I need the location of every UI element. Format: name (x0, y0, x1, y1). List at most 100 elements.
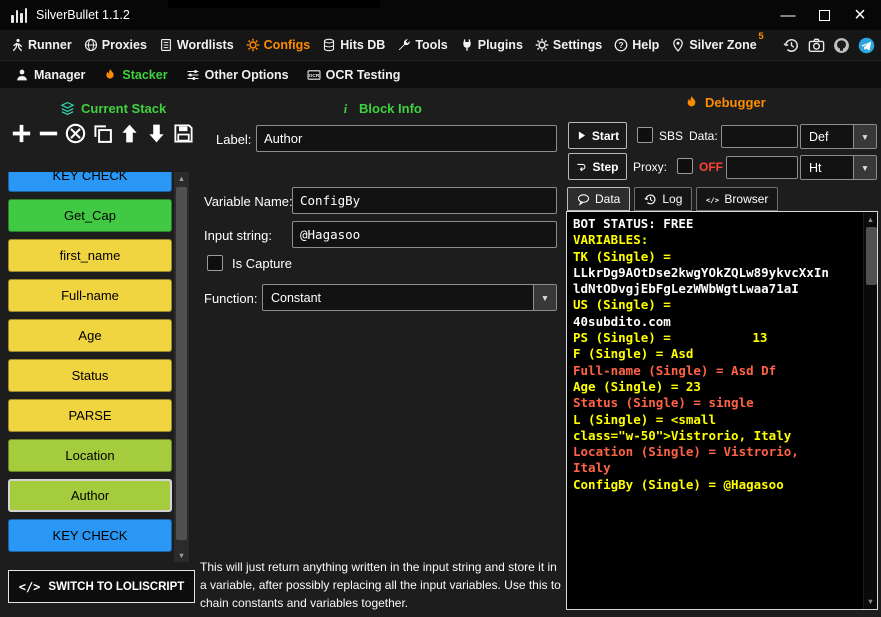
menu-item-label: Proxies (101, 38, 147, 52)
move-up-icon[interactable] (117, 120, 141, 146)
stack-block-parse[interactable]: PARSE (8, 399, 172, 432)
menu-item-proxies[interactable]: Proxies (78, 30, 153, 60)
console-line: ConfigBy (Single) = @Hagasoo (573, 476, 784, 492)
stack-block-first-name[interactable]: first_name (8, 239, 172, 272)
console-line: Italy (573, 460, 611, 476)
settings-icon (535, 38, 549, 52)
close-button[interactable]: × (847, 2, 873, 28)
tools-icon (397, 38, 411, 52)
debugger-console: BOT STATUS: FREE VARIABLES: TK (Single) = L… (566, 211, 878, 610)
input-string-input[interactable] (292, 221, 557, 248)
camera-icon[interactable] (808, 37, 825, 54)
notification-badge: 5 (758, 31, 764, 42)
remove-block-icon[interactable] (36, 120, 60, 146)
scroll-down-icon[interactable]: ▼ (174, 549, 189, 562)
clone-block-icon[interactable] (90, 120, 114, 146)
wordlists-icon (159, 38, 173, 52)
stack-block-label: Get_Cap (63, 208, 117, 223)
proxy-type-dropdown[interactable]: Ht ▼ (800, 155, 877, 180)
label-input[interactable] (256, 125, 557, 152)
submenu-item-stacker[interactable]: Stacker (94, 61, 176, 88)
step-button[interactable]: Step (568, 153, 627, 180)
submenu-item-other-options[interactable]: Other Options (177, 61, 298, 88)
menu-item-silver-zone[interactable]: Silver Zone 5 (665, 30, 764, 60)
redacted-value (678, 333, 753, 345)
svg-text:</>: </> (706, 195, 719, 204)
hitsdb-icon (322, 38, 336, 52)
help-icon: ? (614, 38, 628, 52)
github-icon[interactable] (833, 37, 850, 54)
scroll-up-icon[interactable]: ▲ (864, 213, 877, 226)
menu-item-tools[interactable]: Tools (391, 30, 453, 60)
stack-scrollbar[interactable]: ▲ ▼ (174, 172, 189, 562)
menu-item-runner[interactable]: Runner (4, 30, 78, 60)
console-line: TK (Single) = (573, 248, 671, 264)
debugger-flame-icon (684, 95, 699, 110)
tab-log[interactable]: Log (634, 187, 693, 211)
history-icon[interactable] (783, 37, 800, 54)
variable-name-input[interactable] (292, 187, 557, 214)
stack-block-label: Location (65, 448, 115, 463)
window-controls: — × (775, 2, 873, 28)
menu-item-configs[interactable]: Configs (240, 30, 317, 60)
console-line: L (Single) = <small (573, 411, 716, 427)
stack-block-age[interactable]: Age (8, 319, 172, 352)
function-label: Function: (204, 291, 258, 306)
current-stack-header: Current Stack (60, 101, 166, 116)
scrollbar-thumb[interactable] (866, 227, 877, 285)
is-capture-label: Is Capture (232, 256, 292, 271)
capture-artifact (168, 0, 380, 8)
menu-item-settings[interactable]: Settings (529, 30, 608, 60)
menu-item-help[interactable]: ? Help (608, 30, 665, 60)
stack-block-key-check[interactable]: KEY CHECK (8, 519, 172, 552)
proxy-input[interactable] (726, 156, 798, 179)
stack-block-key-check[interactable]: KEY CHECK (8, 172, 172, 192)
data-type-dropdown[interactable]: Def ▼ (800, 124, 877, 149)
stack-block-status[interactable]: Status (8, 359, 172, 392)
tab-browser[interactable]: </> Browser (696, 187, 779, 211)
submenu-item-ocr-testing[interactable]: OCR OCR Testing (298, 61, 410, 88)
proxy-checkbox[interactable] (677, 158, 693, 174)
menu-item-label: Wordlists (176, 38, 234, 52)
minimize-button[interactable]: — (775, 2, 801, 28)
block-description: This will just return anything written i… (200, 560, 561, 610)
console-scrollbar[interactable]: ▲ ▼ (863, 212, 877, 609)
stack-block-label: PARSE (68, 408, 112, 423)
window-title: SilverBullet 1.1.2 (36, 8, 130, 22)
play-icon (576, 130, 587, 141)
scrollbar-thumb[interactable] (176, 187, 187, 540)
telegram-icon[interactable] (858, 37, 875, 54)
function-dropdown[interactable]: Constant ▼ (262, 284, 557, 311)
options-icon (186, 68, 200, 82)
is-capture-checkbox[interactable] (207, 255, 223, 271)
stack-block-location[interactable]: Location (8, 439, 172, 472)
menu-item-hits-db[interactable]: Hits DB (316, 30, 391, 60)
stack-block-label: KEY CHECK (52, 172, 128, 183)
menu-item-wordlists[interactable]: Wordlists (153, 30, 240, 60)
save-stack-icon[interactable] (171, 120, 195, 146)
tab-data[interactable]: Data (567, 187, 631, 211)
svg-text:?: ? (619, 40, 624, 50)
stack-block-full-name[interactable]: Full-name (8, 279, 172, 312)
browser-tab-icon: </> (706, 193, 719, 206)
menu-item-label: Tools (415, 38, 448, 52)
menu-item-label: Help (632, 38, 660, 52)
disable-block-icon[interactable] (63, 120, 87, 146)
submenu-item-label: OCR Testing (325, 67, 401, 82)
move-down-icon[interactable] (144, 120, 168, 146)
scroll-down-icon[interactable]: ▼ (864, 595, 877, 608)
switch-to-loliscript-button[interactable]: </> SWITCH TO LOLISCRIPT (8, 570, 195, 603)
menu-item-label: Plugins (477, 38, 523, 52)
maximize-button[interactable] (811, 2, 837, 28)
data-input[interactable] (721, 125, 798, 148)
add-block-icon[interactable] (9, 120, 33, 146)
sbs-checkbox[interactable] (637, 127, 653, 143)
stack-block-get-cap[interactable]: Get_Cap (8, 199, 172, 232)
tab-label: Log (662, 192, 683, 206)
menu-item-plugins[interactable]: Plugins (454, 30, 529, 60)
stacker-icon (103, 68, 117, 82)
stack-block-author[interactable]: Author (8, 479, 172, 512)
start-button[interactable]: Start (568, 122, 627, 149)
scroll-up-icon[interactable]: ▲ (174, 172, 189, 185)
submenu-item-manager[interactable]: Manager (6, 61, 94, 88)
